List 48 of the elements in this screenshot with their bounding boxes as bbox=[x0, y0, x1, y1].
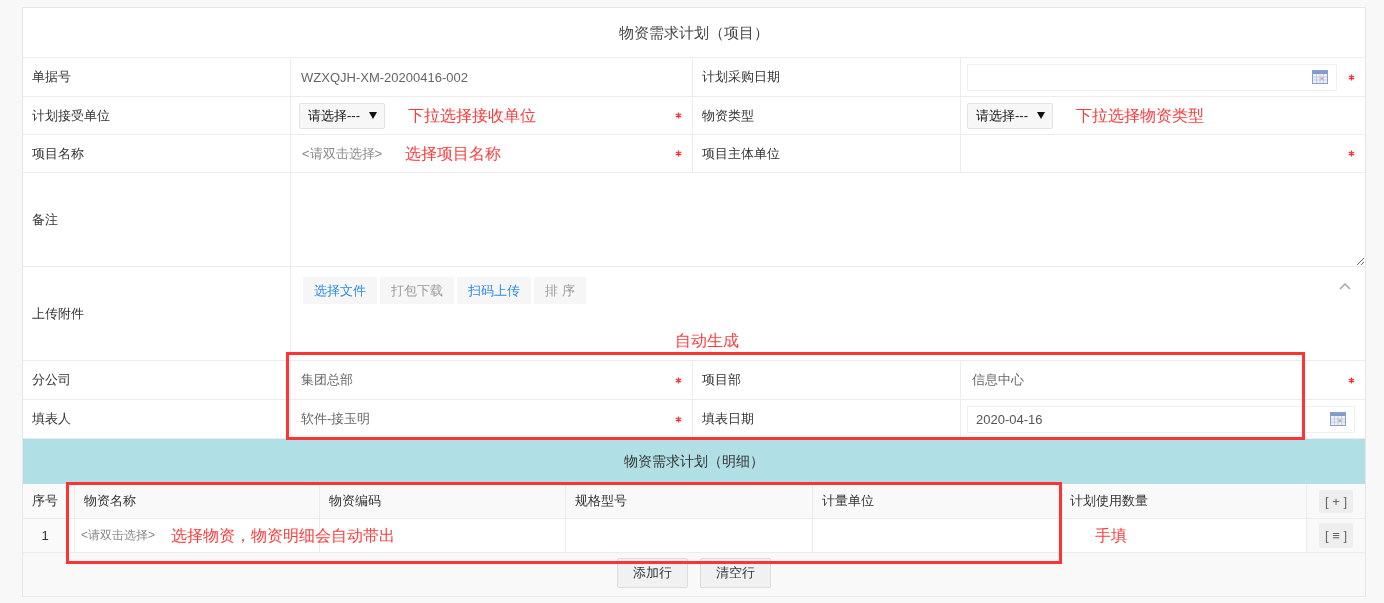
field-label: 分公司 bbox=[32, 371, 71, 389]
picker-field[interactable]: <请双击选择> bbox=[78, 527, 155, 544]
field-label: 填表人 bbox=[32, 410, 71, 428]
field-value: 信息中心 bbox=[971, 371, 1024, 389]
field-label: 备注 bbox=[32, 210, 58, 229]
annotation-note: 自动生成 bbox=[675, 331, 739, 351]
field-label: 计划采购日期 bbox=[702, 68, 780, 86]
column-header: 规格型号 bbox=[575, 492, 627, 510]
field-label: 项目部 bbox=[702, 371, 741, 389]
column-header: 物资编码 bbox=[329, 492, 381, 510]
column-header: 计划使用数量 bbox=[1070, 492, 1148, 510]
footer-button[interactable]: 清空行 bbox=[700, 558, 771, 588]
footer-button[interactable]: 添加行 bbox=[617, 558, 688, 588]
calendar-icon[interactable] bbox=[1312, 70, 1328, 84]
annotation-note: 选择项目名称 bbox=[405, 143, 502, 164]
column-header: 物资名称 bbox=[84, 492, 136, 510]
field-label: 单据号 bbox=[32, 68, 71, 86]
field-value: WZXQJH-XM-20200416-002 bbox=[300, 69, 468, 85]
column-header: 序号 bbox=[32, 492, 58, 510]
field-label: 填表日期 bbox=[702, 410, 754, 428]
section-header: 物资需求计划（明细） bbox=[23, 439, 1365, 484]
field-label: 上传附件 bbox=[32, 304, 84, 323]
field-label: 计划接受单位 bbox=[32, 106, 110, 125]
field-label: 项目名称 bbox=[32, 144, 84, 163]
annotation-note: 下拉选择物资类型 bbox=[1076, 105, 1204, 126]
annotation-note: 手填 bbox=[1095, 525, 1127, 546]
dropdown-select[interactable]: 请选择--- bbox=[967, 102, 1053, 129]
picker-field[interactable]: <请双击选择> bbox=[299, 144, 383, 163]
field-label: 项目主体单位 bbox=[702, 144, 780, 163]
toolbar-button[interactable]: 扫码上传 bbox=[457, 277, 531, 304]
field-value: 集团总部 bbox=[300, 371, 353, 389]
dropdown-select[interactable]: 请选择--- bbox=[299, 102, 385, 129]
annotation-note: 选择物资，物资明细会自动带出 bbox=[171, 525, 395, 546]
add-button[interactable]: [ + ] bbox=[1318, 489, 1353, 513]
field-value: 软件-接玉明 bbox=[300, 410, 371, 428]
date-field[interactable]: 2020-04-16 bbox=[967, 405, 1355, 433]
annotation-note: 下拉选择接收单位 bbox=[408, 105, 536, 126]
column-header: 计量单位 bbox=[822, 492, 874, 510]
form-title: 物资需求计划（项目） bbox=[23, 8, 1365, 58]
row-menu-button[interactable]: [ ≡ ] bbox=[1318, 523, 1353, 548]
caret-icon bbox=[369, 112, 377, 119]
toolbar-button[interactable]: 选择文件 bbox=[303, 277, 377, 304]
row-number: 1 bbox=[41, 528, 49, 543]
field-label: 物资类型 bbox=[702, 106, 754, 125]
caret-icon bbox=[1037, 112, 1045, 119]
chevron-up-icon[interactable] bbox=[1339, 283, 1351, 290]
calendar-icon[interactable] bbox=[1330, 412, 1346, 426]
date-field[interactable] bbox=[967, 63, 1337, 91]
